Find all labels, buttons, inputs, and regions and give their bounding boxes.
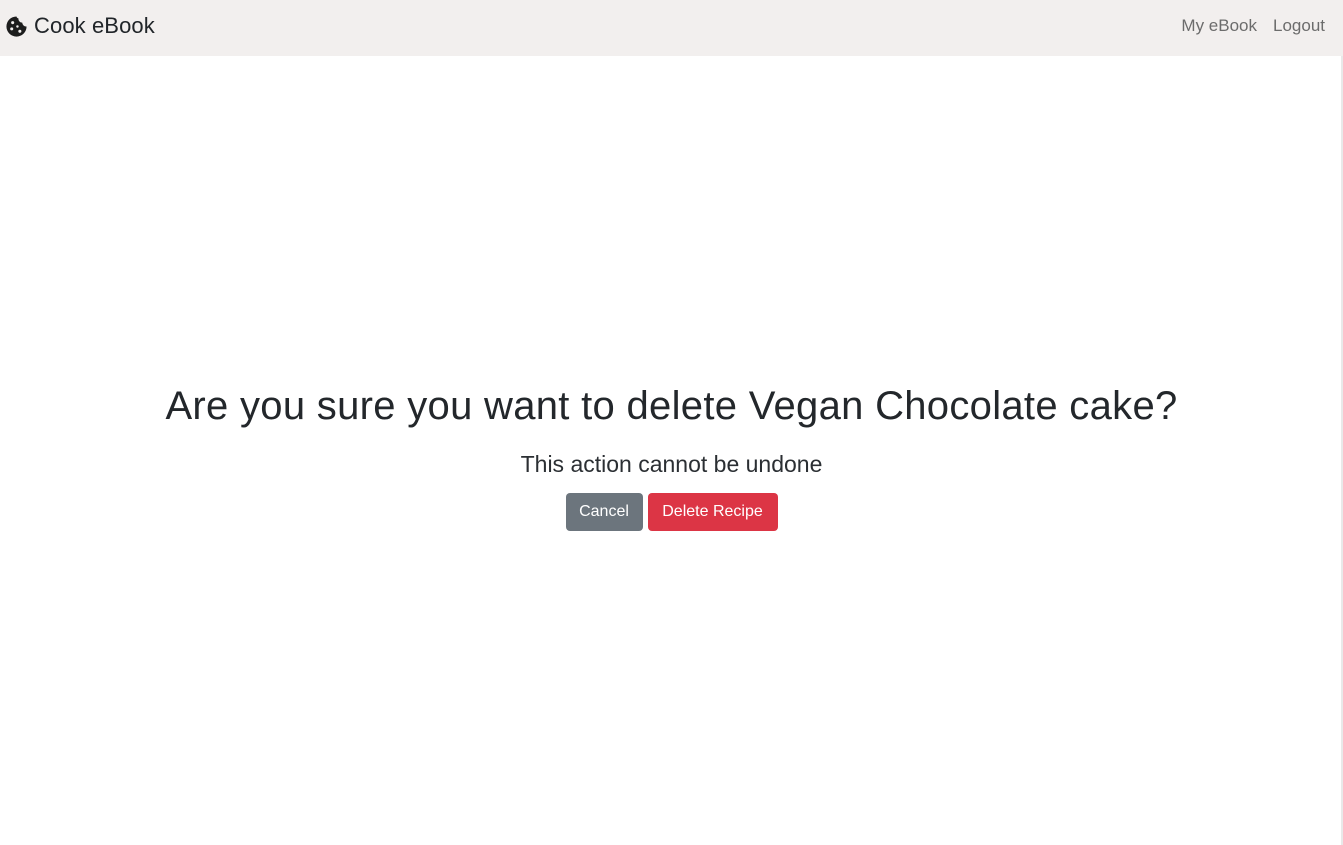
cookie-icon [5,15,28,38]
confirmation-warning: This action cannot be undone [520,451,823,477]
navbar: Cook eBook My eBook Logout [0,0,1343,56]
confirmation-question: Are you sure you want to delete Vegan Ch… [165,384,1178,428]
confirmation-actions: Cancel Delete Recipe [0,493,1343,531]
nav-link-my-ebook[interactable]: My eBook [1181,15,1257,37]
brand-title: Cook eBook [34,13,155,38]
brand-link[interactable]: Cook eBook [5,12,155,40]
nav-links: My eBook Logout [1181,15,1325,37]
nav-link-logout[interactable]: Logout [1273,15,1325,37]
cancel-button[interactable]: Cancel [565,493,643,531]
delete-confirmation: Are you sure you want to delete Vegan Ch… [0,378,1343,531]
delete-recipe-button[interactable]: Delete Recipe [647,493,778,531]
